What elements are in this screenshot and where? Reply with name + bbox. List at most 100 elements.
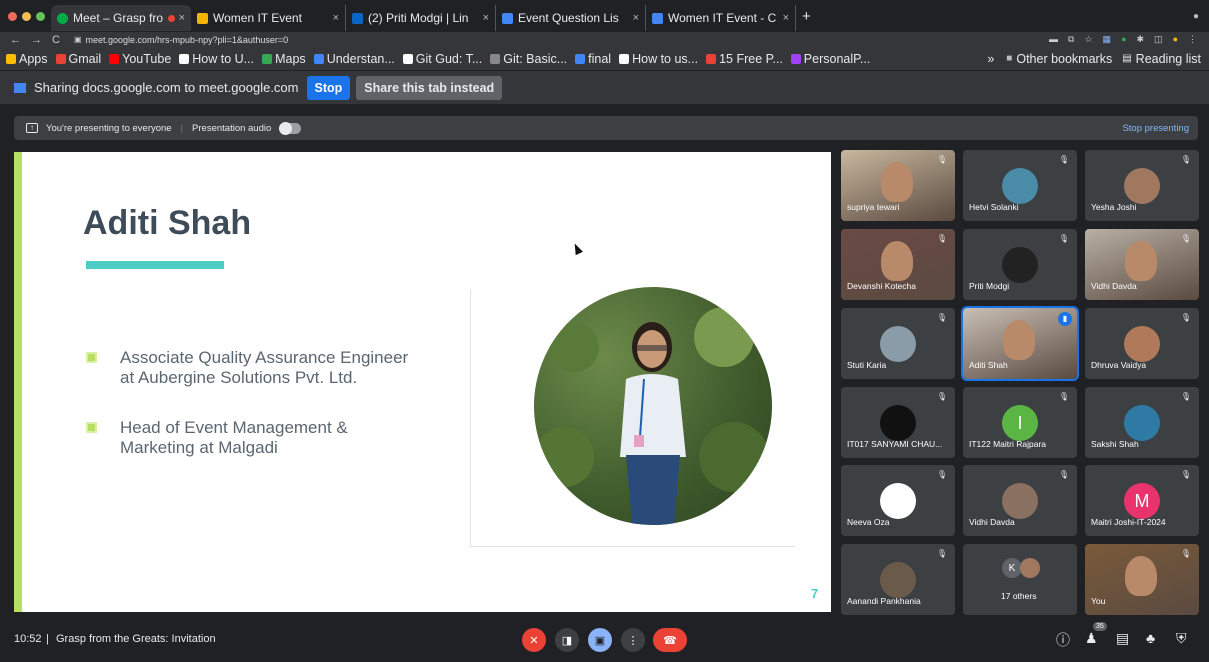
close-tab-icon[interactable]: × [633,12,639,24]
extensions-puzzle-icon[interactable]: ✱ [1137,34,1145,45]
participant-tile[interactable]: IT017 SANYAMI CHAU... 🎙︎ [841,387,955,458]
participant-tile[interactable]: Devanshi Kotecha 🎙︎ [841,229,955,300]
bookmark-item[interactable]: final [575,52,611,66]
url-field[interactable]: meet.google.com/hrs-mpub-npy?pli=1&authu… [86,35,289,45]
participant-tile[interactable]: Vidhi Davda 🎙︎ [963,465,1077,536]
close-tab-icon[interactable]: × [483,12,489,24]
grammarly-icon[interactable]: ● [1121,34,1126,45]
bookmark-item[interactable]: Git Gud: T... [402,52,482,66]
participant-tile[interactable]: I IT122 Maitri Rajpara 🎙︎ [963,387,1077,458]
browser-tab-meet[interactable]: Meet – Grasp fro × [51,5,191,31]
tab-title: Women IT Event - C [668,11,777,25]
participant-tile[interactable]: Priti Modgi 🎙︎ [963,229,1077,300]
bookmark-label: Gmail [68,51,102,66]
present-button[interactable]: ▣ [588,628,612,652]
stop-presenting-link[interactable]: Stop presenting [1122,123,1189,134]
mic-muted-icon: 🎙︎ [936,392,947,401]
mic-toggle-button[interactable]: ✕ [522,628,546,652]
back-icon[interactable]: ← [10,34,21,46]
close-tab-icon[interactable]: × [783,12,789,24]
tab-title: Meet – Grasp fro [73,11,164,25]
docs-icon [652,12,663,24]
more-options-button[interactable]: ⋮ [621,628,645,652]
share-this-tab-button[interactable]: Share this tab instead [356,75,503,100]
bookmarks-overflow[interactable]: » [987,52,994,66]
maximize-window-dot[interactable] [36,11,45,21]
close-tab-icon[interactable]: × [333,12,339,24]
host-controls-icon[interactable]: ⛨ [1176,630,1187,647]
mic-muted-icon: 🎙︎ [1180,549,1191,558]
avatar [880,483,916,519]
tab-title: Women IT Event [213,11,302,25]
bookmark-item[interactable]: YouTube [109,52,171,66]
browser-tab-linkedin[interactable]: (2) Priti Modgi | Lin × [346,5,496,31]
bookmark-item[interactable]: Understan... [313,52,395,66]
mic-muted-icon: 🎙︎ [1180,234,1191,243]
participant-tile[interactable]: K 17 others [963,544,1077,615]
participant-name: IT017 SANYAMI CHAU... [847,439,943,449]
other-bookmarks[interactable]: Other bookmarks [1016,52,1112,66]
bookmark-item[interactable]: Git: Basic... [490,52,567,66]
tab-title: Event Question Lis [518,11,619,25]
browser-tab-docs-2[interactable]: Women IT Event - C × [646,5,796,31]
bookmark-item[interactable]: How to U... [179,52,254,66]
meeting-info-icon[interactable]: ⓘ [1056,630,1070,650]
participant-tile[interactable]: M Maitri Joshi-IT-2024 🎙︎ [1085,465,1199,536]
reading-list[interactable]: Reading list [1136,52,1201,66]
participant-tile[interactable]: Sakshi Shah 🎙︎ [1085,387,1199,458]
s-icon [313,53,324,64]
people-icon[interactable]: ♟ [1085,630,1098,647]
participant-tile[interactable]: supriya tewari 🎙︎ [841,150,955,221]
presentation-audio-toggle[interactable] [279,121,302,135]
red-icon [706,53,717,64]
forward-icon[interactable]: → [31,34,42,46]
cast-icon[interactable]: ▬ [1049,34,1058,45]
participant-tile[interactable]: Yesha Joshi 🎙︎ [1085,150,1199,221]
bookmark-item[interactable]: Apps [6,52,48,66]
participant-tile[interactable]: Stuti Karia 🎙︎ [841,308,955,379]
participant-tile[interactable]: Hetvi Solanki 🎙︎ [963,150,1077,221]
browser-tab-slides[interactable]: Women IT Event × [191,5,346,31]
participant-tile[interactable]: Aanandi Pankhania 🎙︎ [841,544,955,615]
participant-tile[interactable]: Dhruva Vaidya 🎙︎ [1085,308,1199,379]
bookmark-item[interactable]: Gmail [55,51,102,66]
end-call-button[interactable]: ☎ [653,628,687,652]
reload-icon[interactable]: C [52,34,60,46]
browser-tab-docs[interactable]: Event Question Lis × [496,5,646,31]
extension-icon[interactable]: ▦ [1103,34,1112,45]
media-icon[interactable]: ◫ [1154,34,1163,45]
bookmark-item[interactable]: How to us... [619,52,698,66]
camera-toggle-button[interactable]: ◨ [555,628,579,652]
share-icon[interactable]: ⧉ [1068,34,1074,45]
new-tab-icon[interactable]: + [802,8,811,25]
tab-search-icon[interactable]: ● [1193,11,1199,22]
participant-name: IT122 Maitri Rajpara [969,439,1047,449]
bookmark-item[interactable]: Maps [262,52,306,66]
profile-avatar-icon[interactable]: ● [1173,34,1178,45]
close-window-dot[interactable] [8,11,17,21]
close-tab-icon[interactable]: × [179,12,185,24]
bookmark-item[interactable]: 15 Free P... [706,52,783,66]
participant-tile[interactable]: Neeva Oza 🎙︎ [841,465,955,536]
menu-kebab-icon[interactable]: ⋮ [1188,34,1197,45]
stop-sharing-button[interactable]: Stop [306,75,351,100]
mic-muted-icon: 🎙︎ [1180,470,1191,479]
bookmark-label: YouTube [122,51,172,66]
participant-tile[interactable]: Vidhi Davda 🎙︎ [1085,229,1199,300]
avatar [1124,168,1160,204]
address-bar-row: ← → C ▣ meet.google.com/hrs-mpub-npy?pli… [0,32,1209,47]
bookmark-label: Maps [275,51,306,66]
bullet-icon [86,422,97,433]
bookmark-item[interactable]: PersonalP... [790,52,870,66]
participant-tile[interactable]: Aditi Shah ▮ [961,306,1079,381]
bookmark-star-icon[interactable]: ☆ [1084,34,1092,45]
bookmarks-bar: Apps Gmail YouTube How to U... Maps Understan… [0,47,1209,71]
browser-tab-strip: Meet – Grasp fro × Women IT Event × (2) … [0,0,1209,32]
activities-icon[interactable]: ♣ [1146,630,1155,646]
chat-icon[interactable]: ▤ [1116,630,1129,647]
bookmark-label: How to U... [192,51,255,66]
meet-icon [57,12,68,24]
minimize-window-dot[interactable] [22,11,31,21]
participant-name: Stuti Karia [847,360,887,370]
participant-tile[interactable]: You 🎙︎ [1085,544,1199,615]
